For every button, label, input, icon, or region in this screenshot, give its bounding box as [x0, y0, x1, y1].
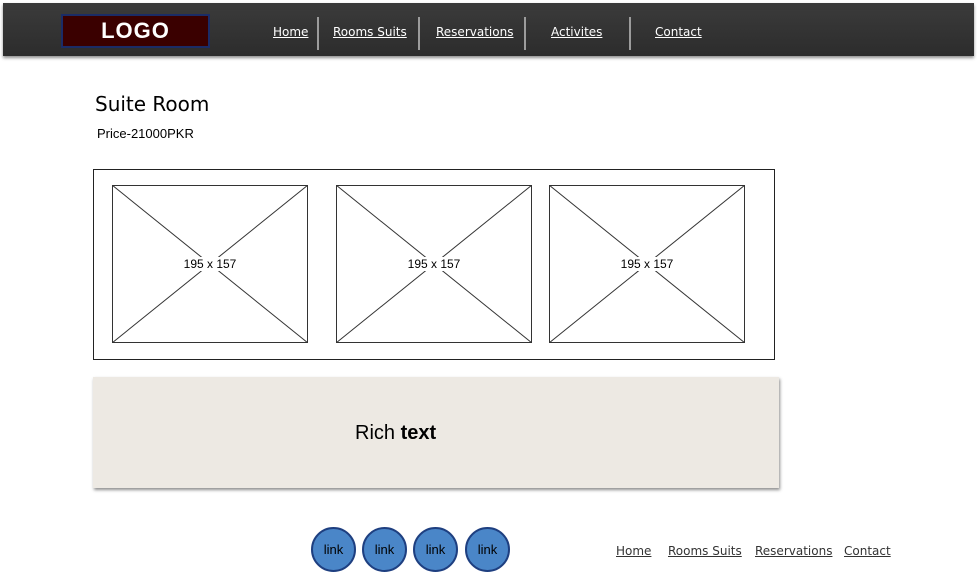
footer-circle-link[interactable]: link [413, 527, 458, 572]
nav-activities[interactable]: Activites [551, 25, 602, 39]
nav-reservations[interactable]: Reservations [436, 25, 513, 39]
footer-link-home[interactable]: Home [616, 544, 651, 558]
image-placeholder[interactable]: 195 x 157 [336, 185, 532, 343]
rich-text-bold: text [400, 422, 437, 444]
rich-text-normal: Rich [355, 422, 401, 444]
rich-text-panel: Rich text [93, 377, 779, 488]
footer-circle-link[interactable]: link [311, 527, 356, 572]
nav-home[interactable]: Home [273, 25, 308, 39]
nav-contact[interactable]: Contact [655, 25, 702, 39]
nav-separator [629, 17, 631, 50]
footer-circle-link[interactable]: link [465, 527, 510, 572]
nav-separator [524, 17, 526, 50]
rich-text: Rich text [355, 422, 436, 445]
placeholder-size-label: 195 x 157 [405, 257, 463, 271]
nav-rooms-suits[interactable]: Rooms Suits [333, 25, 407, 39]
top-navigation-bar: LOGO Home Rooms Suits Reservations Activ… [3, 3, 974, 56]
logo[interactable]: LOGO [61, 14, 210, 48]
nav-separator [317, 17, 319, 50]
placeholder-size-label: 195 x 157 [618, 257, 676, 271]
footer-link-rooms-suits[interactable]: Rooms Suits [668, 544, 742, 558]
image-placeholder[interactable]: 195 x 157 [112, 185, 308, 343]
logo-text: LOGO [101, 18, 170, 43]
image-placeholder[interactable]: 195 x 157 [549, 185, 745, 343]
nav-separator [418, 17, 420, 50]
footer-circle-link[interactable]: link [362, 527, 407, 572]
placeholder-size-label: 195 x 157 [181, 257, 239, 271]
room-price: Price-21000PKR [97, 126, 194, 141]
page-title: Suite Room [95, 92, 210, 116]
footer-link-reservations[interactable]: Reservations [755, 544, 832, 558]
footer-link-contact[interactable]: Contact [844, 544, 891, 558]
